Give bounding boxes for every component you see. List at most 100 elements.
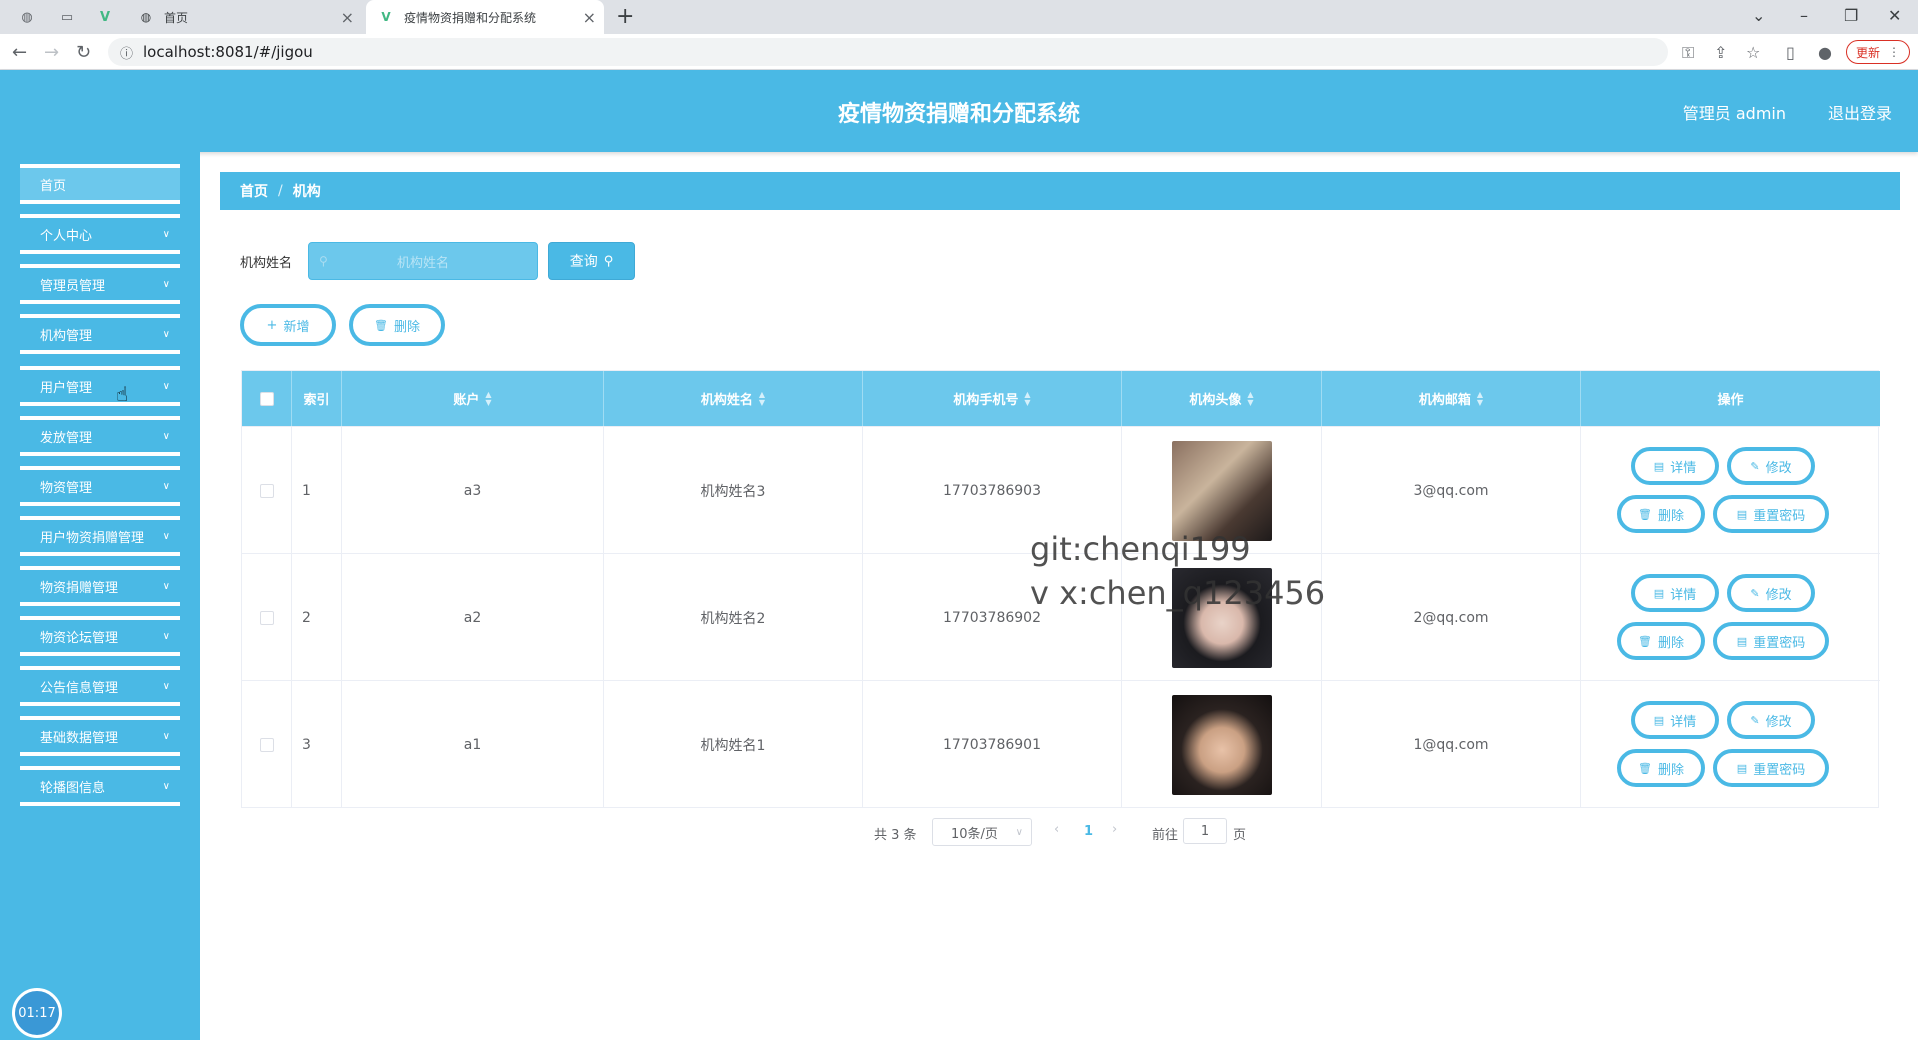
document-icon: ▤ [1653, 713, 1665, 727]
edit-button[interactable]: ✎ 修改 [1727, 447, 1815, 485]
sort-caret-icon[interactable]: ▲ ▼ [485, 390, 491, 407]
page-size-select[interactable]: 10条/页 ∨ [932, 818, 1032, 846]
cell-email: 2@qq.com [1322, 554, 1581, 681]
chevron-down-icon: ∨ [162, 580, 170, 592]
column-header-phone[interactable]: 机构手机号 ▲ ▼ [863, 371, 1122, 426]
column-label: 机构邮箱 [1418, 393, 1471, 408]
detail-button[interactable]: ▤ 详情 [1631, 574, 1719, 612]
column-header-email[interactable]: 机构邮箱 ▲ ▼ [1322, 371, 1581, 426]
detail-button[interactable]: ▤ 详情 [1631, 701, 1719, 739]
row-checkbox[interactable] [259, 737, 274, 752]
add-button-label: 新增 [283, 319, 310, 335]
row-checkbox[interactable] [259, 483, 274, 498]
pinned-tab-blank-icon[interactable]: ▭ [58, 8, 76, 26]
restore-icon[interactable]: ❐ [1844, 6, 1858, 25]
breadcrumb-home[interactable]: 首页 [240, 181, 268, 201]
detail-button[interactable]: ▤ 详情 [1631, 447, 1719, 485]
column-label: 机构头像 [1189, 393, 1242, 408]
column-label: 索引 [303, 393, 330, 408]
sidebar-item-home[interactable]: 首页 [20, 164, 180, 204]
tab-title: 首页 [164, 10, 189, 25]
logout-link[interactable]: 退出登录 [1828, 100, 1892, 124]
sidebar-item-label: 基础数据管理 [40, 730, 119, 746]
select-all-cell [242, 371, 292, 426]
sidebar-item-user-donation-management[interactable]: 用户物资捐赠管理 ∨ [20, 516, 180, 556]
browser-tab-active[interactable]: V 疫情物资捐赠和分配系统 × [366, 0, 604, 34]
edit-button[interactable]: ✎ 修改 [1727, 701, 1815, 739]
reset-password-button[interactable]: ▤ 重置密码 [1713, 749, 1829, 787]
chevron-down-icon: ∨ [162, 680, 170, 692]
row-select-cell [242, 681, 292, 808]
sidebar-item-institution-management[interactable]: 机构管理 ∨ [20, 314, 180, 354]
column-header-index: 索引 [292, 371, 342, 426]
pinned-tab-globe-icon[interactable]: ◍ [18, 8, 36, 26]
sidebar-item-label: 用户物资捐赠管理 [40, 530, 145, 546]
search-button[interactable]: 查询 ⚲ [548, 242, 635, 280]
sidebar-item-announcement-management[interactable]: 公告信息管理 ∨ [20, 666, 180, 706]
delete-button[interactable]: 🗑 删除 [1617, 749, 1705, 787]
add-button[interactable]: + 新增 [240, 304, 336, 346]
reload-icon[interactable]: ↻ [76, 42, 91, 63]
sidebar-item-user-management[interactable]: 用户管理 ∨ [20, 366, 180, 406]
bookmark-star-icon[interactable]: ☆ [1746, 43, 1760, 62]
browser-update-button[interactable]: 更新 ⋮ [1846, 40, 1910, 64]
table-header: 索引 账户 ▲ ▼ 机构姓名 ▲ ▼ 机构手机号 ▲ ▼ 机构头像 ▲ ▼ 机构邮箱 ▲ ▼ 操作 [242, 371, 1880, 426]
url-input[interactable]: ⓘ localhost:8081/#/jigou [108, 38, 1668, 66]
share-icon[interactable]: ⇪ [1714, 43, 1727, 62]
new-tab-button[interactable]: + [616, 4, 634, 29]
close-tab-icon[interactable]: × [583, 8, 596, 27]
cell-name: 机构姓名1 [604, 681, 863, 808]
delete-button[interactable]: 🗑 删除 [1617, 495, 1705, 533]
chevron-down-icon: ∨ [162, 630, 170, 642]
sort-caret-icon[interactable]: ▲ ▼ [759, 390, 765, 407]
row-checkbox[interactable] [259, 610, 274, 625]
profile-icon[interactable]: ● [1818, 43, 1832, 62]
chevron-down-icon: ∨ [162, 480, 170, 492]
back-arrow-icon[interactable]: ← [12, 42, 27, 63]
sort-caret-icon[interactable]: ▲ ▼ [1024, 390, 1030, 407]
close-window-icon[interactable]: ✕ [1888, 6, 1901, 25]
current-page-number[interactable]: 1 [1084, 824, 1093, 839]
avatar-image[interactable] [1171, 694, 1272, 795]
delete-button[interactable]: 🗑 删除 [1617, 622, 1705, 660]
sidebar-item-donation-management[interactable]: 物资捐赠管理 ∨ [20, 566, 180, 606]
sidebar-item-carousel-info[interactable]: 轮播图信息 ∨ [20, 766, 180, 806]
prev-page-icon[interactable]: ‹ [1054, 822, 1059, 837]
tab-search-chevron-icon[interactable]: ⌄ [1752, 6, 1765, 25]
chevron-down-icon: ∨ [162, 430, 170, 442]
search-input[interactable]: ⚲ 机构姓名 [308, 242, 538, 280]
sidebar-item-forum-management[interactable]: 物资论坛管理 ∨ [20, 616, 180, 656]
more-menu-icon[interactable]: ⋮ [1888, 45, 1900, 59]
column-header-avatar[interactable]: 机构头像 ▲ ▼ [1122, 371, 1322, 426]
sidebar-item-distribution-management[interactable]: 发放管理 ∨ [20, 416, 180, 456]
browser-tab-home[interactable]: ◍ 首页 × [130, 0, 362, 34]
sidebar-item-personal-center[interactable]: 个人中心 ∨ [20, 214, 180, 254]
avatar-image[interactable] [1171, 440, 1272, 541]
sort-caret-icon[interactable]: ▲ ▼ [1477, 390, 1483, 407]
sidebar-item-basic-data-management[interactable]: 基础数据管理 ∨ [20, 716, 180, 756]
sidebar-item-admin-management[interactable]: 管理员管理 ∨ [20, 264, 180, 304]
next-page-icon[interactable]: › [1112, 822, 1117, 837]
column-label: 机构手机号 [953, 393, 1019, 408]
hand-cursor-icon: ☝ [116, 382, 129, 406]
goto-page-input[interactable]: 1 [1183, 818, 1227, 844]
sidebar-item-label: 轮播图信息 [40, 780, 106, 796]
breadcrumb-separator: / [278, 183, 283, 199]
sort-caret-icon[interactable]: ▲ ▼ [1247, 390, 1253, 407]
close-tab-icon[interactable]: × [341, 8, 354, 27]
side-panel-icon[interactable]: ▯ [1786, 43, 1795, 62]
column-header-name[interactable]: 机构姓名 ▲ ▼ [604, 371, 863, 426]
column-header-account[interactable]: 账户 ▲ ▼ [342, 371, 604, 426]
reset-password-button[interactable]: ▤ 重置密码 [1713, 495, 1829, 533]
sidebar-item-label: 用户管理 [40, 380, 93, 396]
site-info-icon[interactable]: ⓘ [120, 43, 133, 62]
select-all-checkbox[interactable] [259, 391, 274, 406]
edit-button[interactable]: ✎ 修改 [1727, 574, 1815, 612]
forward-arrow-icon[interactable]: → [44, 42, 59, 63]
minimize-icon[interactable]: – [1800, 6, 1808, 25]
sidebar-item-supplies-management[interactable]: 物资管理 ∨ [20, 466, 180, 506]
reset-password-button[interactable]: ▤ 重置密码 [1713, 622, 1829, 660]
key-icon[interactable]: ⚿ [1682, 43, 1694, 63]
batch-delete-button[interactable]: 🗑 删除 [349, 304, 445, 346]
pinned-tab-vue-icon[interactable]: V [96, 8, 114, 26]
